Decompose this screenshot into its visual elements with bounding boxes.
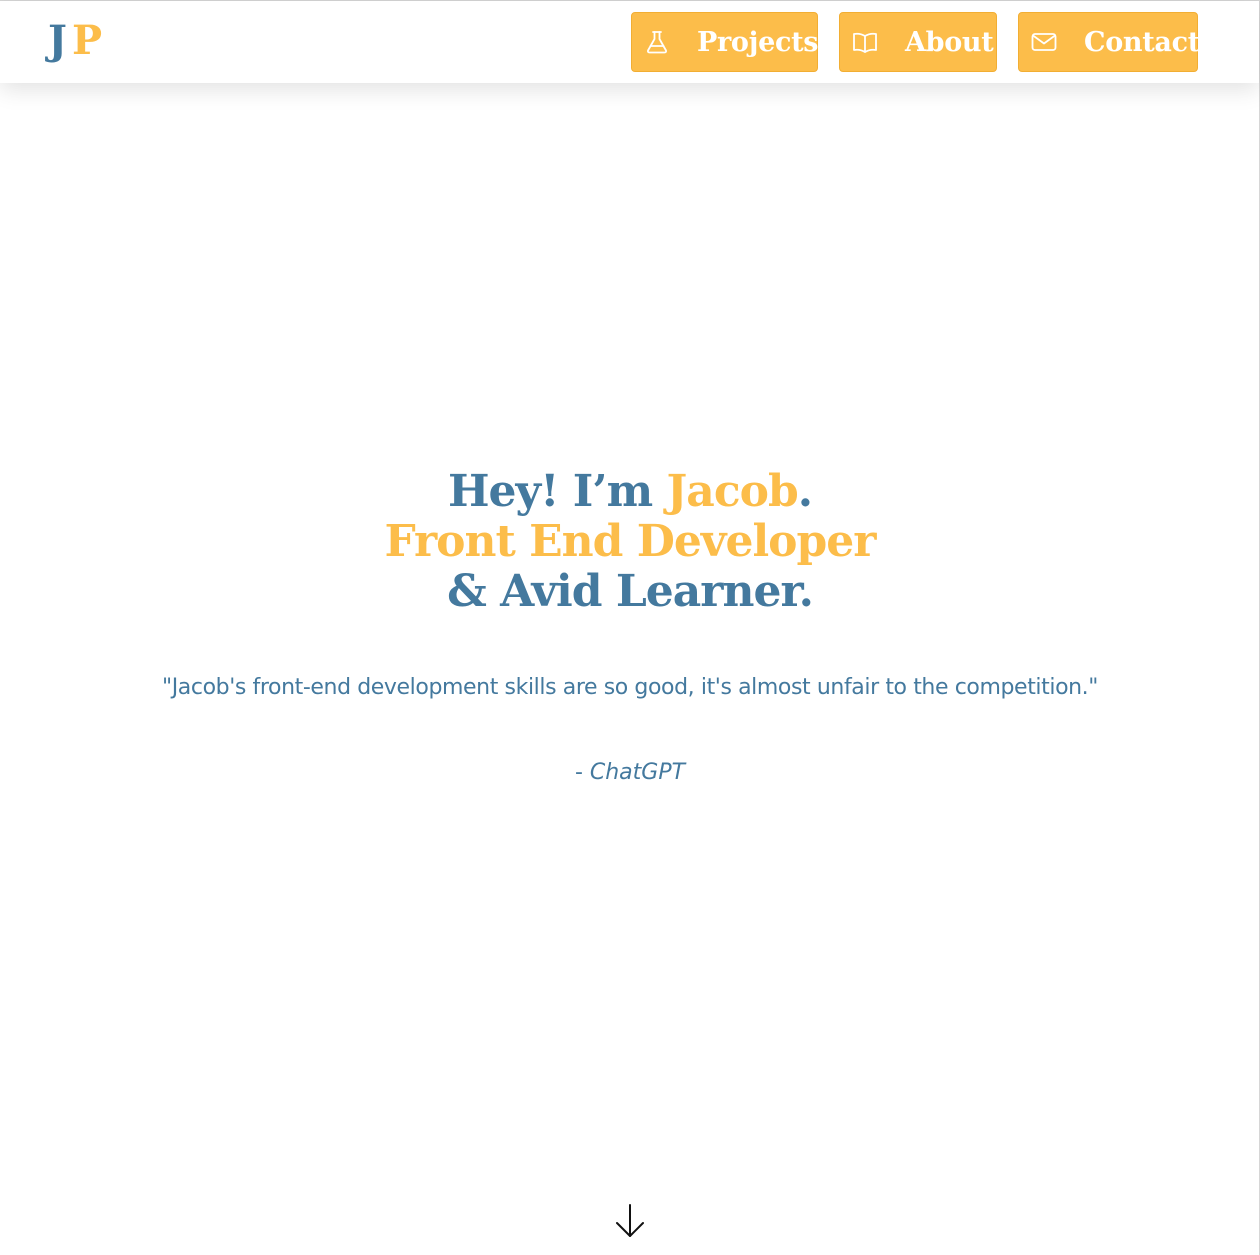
logo-letter-p: P — [71, 17, 104, 64]
logo-letter-j: J — [48, 17, 68, 64]
scroll-down-arrow[interactable] — [614, 1202, 646, 1240]
projects-button[interactable]: Projects — [631, 12, 819, 72]
site-logo[interactable]: JP — [48, 15, 103, 67]
hero-name: Jacob — [666, 466, 798, 517]
projects-label: Projects — [697, 26, 819, 58]
hero-line-3: & Avid Learner. — [447, 566, 814, 617]
about-label: About — [905, 26, 994, 58]
author-prefix: - — [574, 760, 590, 785]
hero-period: . — [797, 466, 813, 517]
about-button[interactable]: About — [839, 12, 997, 72]
book-icon — [851, 28, 879, 56]
author-name: ChatGPT — [589, 760, 686, 785]
contact-label: Contact — [1084, 26, 1200, 58]
contact-button[interactable]: Contact — [1018, 12, 1200, 72]
flask-icon — [643, 28, 671, 56]
testimonial-quote: "Jacob's front-end development skills ar… — [162, 675, 1098, 700]
envelope-icon — [1030, 28, 1058, 56]
hero-greeting: Hey! I’m — [447, 466, 667, 517]
testimonial-author: - ChatGPT — [0, 758, 1260, 788]
hero-line-2: Front End Developer — [384, 516, 877, 567]
hero-heading: Hey! I’m Jacob. Front End Developer & Av… — [0, 467, 1260, 617]
arrow-down-icon — [616, 1204, 644, 1237]
site-header: JP Projects About Contact — [0, 1, 1259, 83]
hero-line-1: Hey! I’m Jacob. — [0, 467, 1260, 517]
